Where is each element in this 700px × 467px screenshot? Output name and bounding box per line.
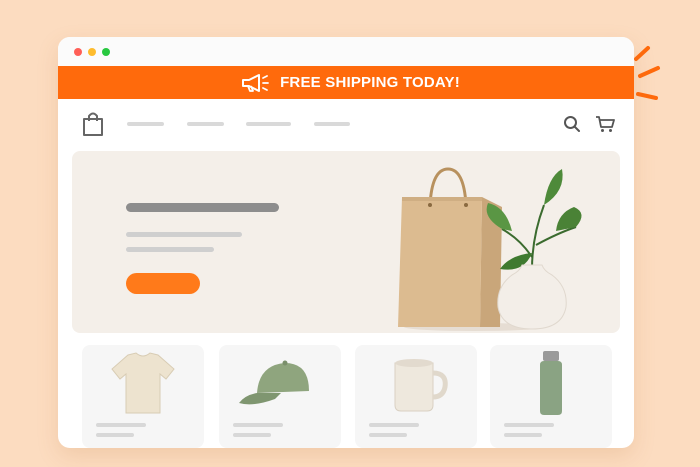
- shopping-bag-icon[interactable]: [81, 111, 105, 137]
- product-card-water-bottle[interactable]: [490, 345, 612, 448]
- product-price-line: [233, 433, 271, 437]
- promo-banner: FREE SHIPPING TODAY!: [58, 66, 634, 99]
- hero-cta-button[interactable]: [126, 273, 200, 294]
- browser-window: FREE SHIPPING TODAY!: [58, 37, 634, 448]
- product-grid: [82, 345, 612, 448]
- product-name-line: [96, 423, 146, 427]
- product-price-line: [369, 433, 407, 437]
- hero-title-placeholder: [126, 203, 279, 212]
- t-shirt-image: [111, 352, 175, 414]
- product-name-line: [233, 423, 283, 427]
- product-card-t-shirt[interactable]: [82, 345, 204, 448]
- maximize-window-button[interactable]: [102, 48, 110, 56]
- cart-icon[interactable]: [595, 115, 615, 133]
- burst-lines-decoration: [634, 46, 660, 100]
- search-icon[interactable]: [563, 115, 581, 133]
- close-window-button[interactable]: [74, 48, 82, 56]
- hero-text-line-1: [126, 232, 242, 237]
- mug-image: [394, 359, 448, 412]
- product-card-mug[interactable]: [355, 345, 477, 448]
- megaphone-icon: [242, 73, 269, 92]
- store-nav: [58, 99, 634, 149]
- water-bottle-image: [540, 351, 562, 415]
- nav-link-2[interactable]: [187, 122, 224, 126]
- product-name-line: [369, 423, 419, 427]
- hero-section: [72, 151, 620, 333]
- minimize-window-button[interactable]: [88, 48, 96, 56]
- window-titlebar: [58, 37, 634, 66]
- product-price-line: [96, 433, 134, 437]
- nav-link-3[interactable]: [246, 122, 291, 126]
- product-card-cap[interactable]: [219, 345, 341, 448]
- nav-link-4[interactable]: [314, 122, 350, 126]
- product-price-line: [504, 433, 542, 437]
- product-name-line: [504, 423, 554, 427]
- nav-link-1[interactable]: [127, 122, 164, 126]
- promo-banner-text: FREE SHIPPING TODAY!: [280, 74, 460, 91]
- hero-shopping-bag-plant-image: [398, 167, 582, 331]
- cap-image: [239, 360, 309, 405]
- hero-text-line-2: [126, 247, 214, 252]
